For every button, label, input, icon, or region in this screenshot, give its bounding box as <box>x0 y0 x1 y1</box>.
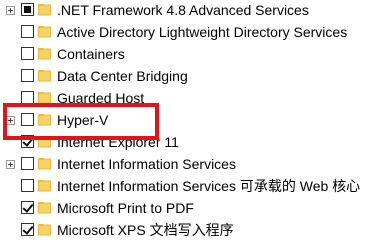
feature-checkbox[interactable] <box>21 47 34 60</box>
folder-icon <box>38 157 51 170</box>
feature-row[interactable]: Hyper-V <box>0 109 374 131</box>
feature-row[interactable]: .NET Framework 4.8 Advanced Services <box>0 0 374 21</box>
folder-icon <box>38 69 51 82</box>
folder-icon <box>38 25 51 38</box>
feature-row[interactable]: Guarded Host <box>0 87 374 109</box>
feature-checkbox[interactable] <box>21 179 34 192</box>
feature-row[interactable]: Data Center Bridging <box>0 65 374 87</box>
feature-checkbox[interactable] <box>21 157 34 170</box>
top-clip <box>0 0 374 3</box>
feature-row[interactable]: Internet Explorer 11 <box>0 131 374 153</box>
feature-label: Active Directory Lightweight Directory S… <box>57 24 348 40</box>
windows-features-tree: .NET Framework 4.8 Advanced Services Acti… <box>0 0 374 248</box>
feature-row[interactable]: Containers <box>0 43 374 65</box>
folder-icon <box>38 201 51 214</box>
feature-label: Containers <box>57 46 125 62</box>
expand-plus-icon[interactable] <box>6 6 15 15</box>
feature-row[interactable]: Internet Information Services <box>0 153 374 175</box>
feature-row[interactable]: Internet Information Services 可承载的 Web 核… <box>0 175 374 197</box>
expand-plus-icon[interactable] <box>6 160 15 169</box>
folder-icon <box>38 3 51 16</box>
feature-row[interactable]: Microsoft XPS 文档写入程序 <box>0 219 374 241</box>
feature-checkbox[interactable] <box>21 223 34 236</box>
feature-label: Internet Information Services <box>57 156 236 172</box>
feature-label: Internet Information Services 可承载的 Web 核… <box>57 178 361 194</box>
folder-icon <box>38 223 51 236</box>
feature-label: Data Center Bridging <box>57 68 188 84</box>
feature-checkbox[interactable] <box>21 113 34 126</box>
feature-checkbox[interactable] <box>21 135 34 148</box>
feature-label: .NET Framework 4.8 Advanced Services <box>57 2 309 18</box>
folder-icon <box>38 47 51 60</box>
folder-icon <box>38 91 51 104</box>
feature-label: Microsoft Print to PDF <box>57 200 194 216</box>
expand-plus-icon[interactable] <box>6 116 15 125</box>
feature-row[interactable]: Active Directory Lightweight Directory S… <box>0 21 374 43</box>
folder-icon <box>38 135 51 148</box>
feature-label: Microsoft XPS 文档写入程序 <box>57 222 234 238</box>
feature-checkbox[interactable] <box>21 91 34 104</box>
feature-label: Hyper-V <box>57 112 109 128</box>
folder-icon <box>38 113 51 126</box>
feature-checkbox[interactable] <box>21 69 34 82</box>
feature-label: Internet Explorer 11 <box>57 134 179 150</box>
feature-checkbox[interactable] <box>21 201 34 214</box>
feature-label: Guarded Host <box>57 90 145 106</box>
feature-checkbox[interactable] <box>21 3 34 16</box>
feature-checkbox[interactable] <box>21 25 34 38</box>
folder-icon <box>38 179 51 192</box>
feature-row[interactable]: Microsoft Print to PDF <box>0 197 374 219</box>
